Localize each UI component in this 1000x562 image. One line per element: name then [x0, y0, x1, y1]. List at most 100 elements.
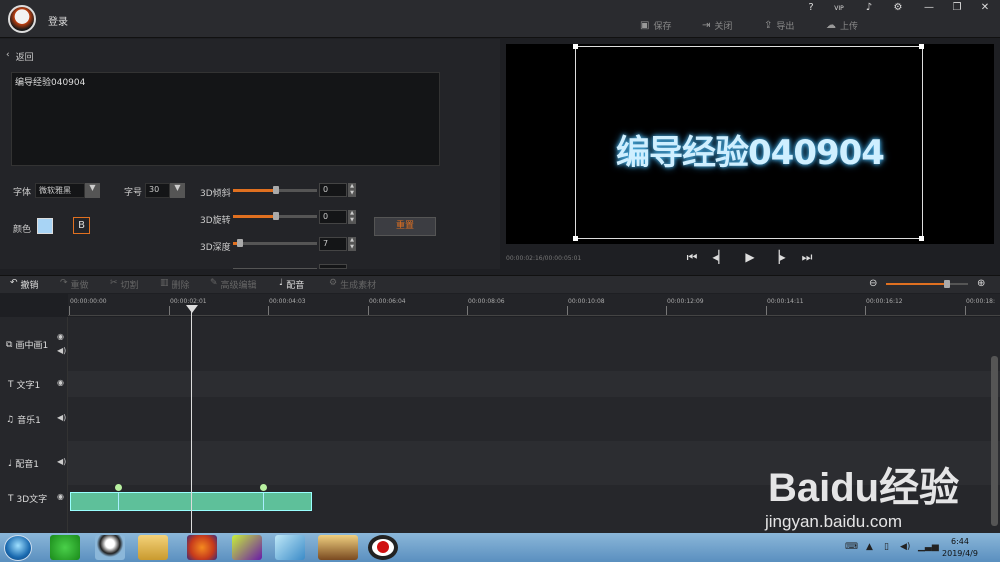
- speaker-icon[interactable]: ◀): [57, 346, 66, 355]
- minimize-icon[interactable]: —: [920, 2, 938, 16]
- ruler-label: 00:00:00:00: [70, 298, 107, 305]
- eye-icon[interactable]: ◉: [57, 378, 64, 387]
- step-back-icon[interactable]: ◂▏: [712, 250, 728, 264]
- timeline-scrollbar[interactable]: [991, 356, 998, 526]
- tilt-value[interactable]: 0: [319, 183, 347, 197]
- resize-handle[interactable]: [919, 44, 924, 49]
- track-pip[interactable]: [0, 317, 1000, 371]
- close-icon[interactable]: ✕: [976, 2, 994, 16]
- tray-up-icon[interactable]: ▲: [866, 542, 873, 552]
- ruler-tick: [567, 306, 568, 315]
- zoom-in-icon[interactable]: ⊕: [977, 278, 985, 289]
- timeline-ruler[interactable]: [68, 294, 1000, 316]
- upload-button[interactable]: ☁ 上传: [826, 18, 858, 32]
- font-select[interactable]: 微软雅黑: [35, 183, 85, 198]
- browser-360-icon[interactable]: [50, 535, 80, 560]
- upload-icon: ☁: [826, 19, 836, 31]
- export-button[interactable]: ⇪ 导出: [764, 18, 794, 32]
- step-forward-icon[interactable]: ▕▸: [770, 250, 786, 264]
- play-icon[interactable]: ▶: [742, 250, 758, 264]
- back-button[interactable]: ‹ 返回: [6, 50, 34, 63]
- zoom-slider-fill: [886, 283, 946, 285]
- dub-button[interactable]: ♩ 配音: [279, 278, 304, 291]
- fourth-slider[interactable]: [233, 268, 317, 269]
- ruler-label: 00:00:02:01: [170, 298, 207, 305]
- preview-text[interactable]: 编导经验040904: [576, 125, 924, 174]
- app-logo: [8, 5, 36, 33]
- tilt-spinner-icon[interactable]: ▲ ▼: [348, 183, 356, 197]
- firefox-icon[interactable]: [187, 535, 217, 560]
- restore-icon[interactable]: ❐: [948, 2, 966, 16]
- generate-button[interactable]: ⚙ 生成素材: [329, 278, 376, 291]
- text-input[interactable]: 编导经验040904: [11, 72, 440, 166]
- save-button[interactable]: ▣ 保存: [640, 18, 671, 32]
- chevron-down-icon[interactable]: ▼: [170, 183, 185, 198]
- ruler-tick: [766, 306, 767, 315]
- undo-button[interactable]: ↶ 撤销: [10, 278, 39, 291]
- rotate-slider-handle[interactable]: [273, 212, 279, 220]
- volume-icon[interactable]: ◀): [900, 542, 910, 552]
- media-player-icon[interactable]: [232, 535, 262, 560]
- resize-handle[interactable]: [573, 44, 578, 49]
- ruler-label: 00:00:06:04: [369, 298, 406, 305]
- speaker-icon[interactable]: ◀): [57, 457, 66, 466]
- color-label: 颜色: [13, 225, 32, 235]
- music-icon: ♫: [6, 414, 15, 425]
- start-button[interactable]: [4, 535, 32, 561]
- preview-canvas[interactable]: 编导经验040904: [575, 46, 923, 239]
- resize-handle[interactable]: [919, 236, 924, 241]
- chevron-down-icon[interactable]: ▼: [85, 183, 100, 198]
- track-text[interactable]: [0, 371, 1000, 397]
- rotate-spinner-icon[interactable]: ▲ ▼: [348, 210, 356, 224]
- depth-spinner-icon[interactable]: ▲ ▼: [348, 237, 356, 251]
- reset-button[interactable]: 重置: [374, 217, 436, 236]
- depth-slider-handle[interactable]: [237, 239, 243, 247]
- bold-button[interactable]: B: [73, 217, 90, 234]
- login-link[interactable]: 登录: [48, 13, 68, 28]
- ruler-label: 00:00:16:12: [866, 298, 903, 305]
- eye-icon[interactable]: ◉: [57, 492, 64, 501]
- playhead[interactable]: [191, 306, 192, 533]
- skip-start-icon[interactable]: ⏮: [684, 250, 700, 264]
- cut-button[interactable]: ✂ 切割: [110, 278, 139, 291]
- rotate-value[interactable]: 0: [319, 210, 347, 224]
- clock[interactable]: 6:44 2019/4/9: [935, 536, 985, 560]
- track-music[interactable]: [0, 397, 1000, 441]
- ruler-label: 00:00:18:: [966, 298, 995, 305]
- mic-icon: ♩: [279, 278, 284, 288]
- speaker-icon[interactable]: ◀): [57, 413, 66, 422]
- close-doc-button[interactable]: ⇥ 关闭: [702, 18, 732, 32]
- eye-icon[interactable]: ◉: [57, 332, 64, 341]
- keyframe[interactable]: [115, 484, 122, 491]
- depth-slider[interactable]: [233, 242, 317, 245]
- bell-icon[interactable]: ♪: [860, 2, 878, 16]
- fourth-value[interactable]: [319, 264, 347, 269]
- keyframe-line: [118, 493, 119, 511]
- track-label-dub: ♩ 配音1: [8, 458, 39, 471]
- track-label-text: T 文字1: [8, 379, 41, 392]
- depth-value[interactable]: 7: [319, 237, 347, 251]
- battery-icon[interactable]: ▯: [884, 542, 889, 552]
- help-icon[interactable]: ?: [802, 2, 820, 16]
- zoom-out-icon[interactable]: ⊖: [869, 278, 877, 289]
- playhead-handle[interactable]: [186, 305, 198, 313]
- vip-icon[interactable]: VIP: [830, 5, 848, 19]
- resize-handle[interactable]: [573, 236, 578, 241]
- keyboard-icon[interactable]: ⌨: [845, 542, 858, 552]
- delete-button[interactable]: ▥ 删除: [160, 278, 190, 291]
- settings-icon[interactable]: ⚙: [889, 2, 907, 16]
- size-select[interactable]: 30: [145, 183, 170, 198]
- qq-icon[interactable]: [95, 535, 125, 560]
- tilt-slider-handle[interactable]: [273, 186, 279, 194]
- color-swatch[interactable]: [37, 218, 53, 234]
- close-doc-icon: ⇥: [702, 19, 711, 31]
- video-editor-taskbar-icon[interactable]: [318, 535, 358, 560]
- record-icon[interactable]: [368, 535, 398, 560]
- advanced-edit-button[interactable]: ✎ 高级编辑: [210, 278, 257, 291]
- app-icon[interactable]: [275, 535, 305, 560]
- skip-end-icon[interactable]: ⏭: [799, 250, 815, 264]
- zoom-slider-handle[interactable]: [944, 280, 950, 288]
- keyframe[interactable]: [260, 484, 267, 491]
- file-explorer-icon[interactable]: [138, 535, 168, 560]
- redo-button[interactable]: ↷ 重做: [60, 278, 89, 291]
